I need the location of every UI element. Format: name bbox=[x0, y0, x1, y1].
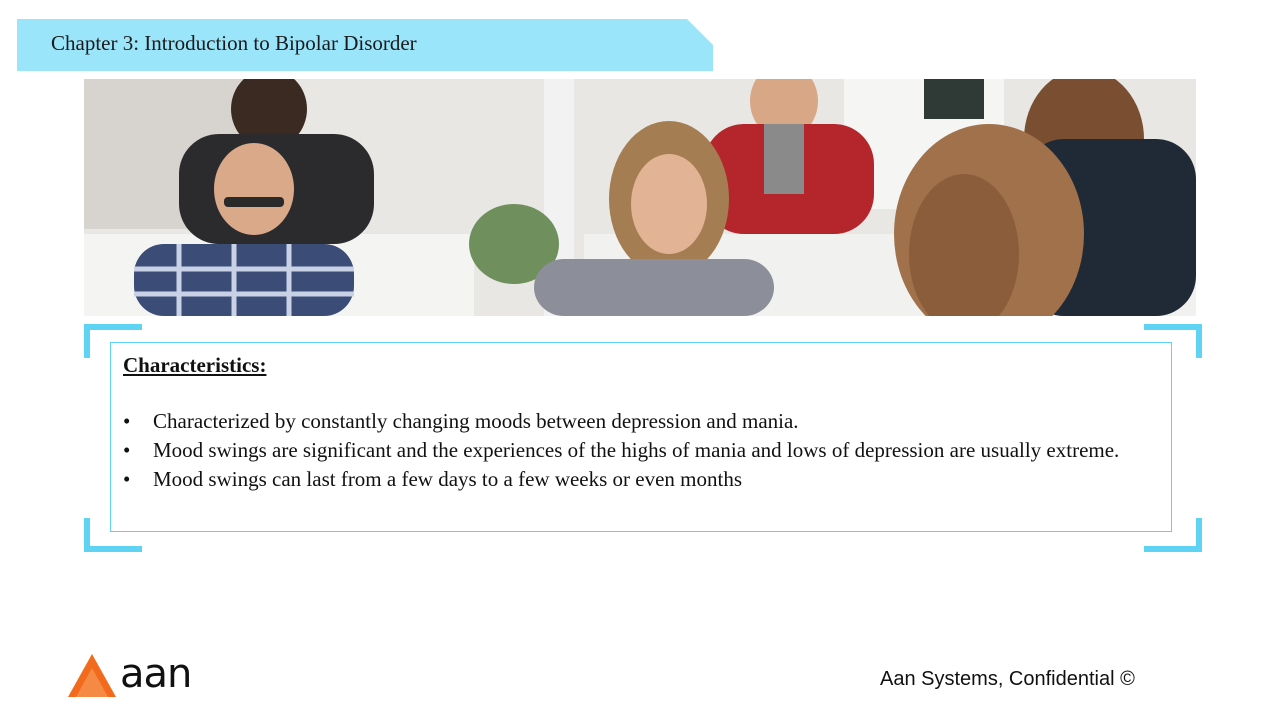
chapter-banner: Chapter 3: Introduction to Bipolar Disor… bbox=[17, 19, 713, 71]
meeting-photo bbox=[84, 79, 1196, 316]
bullet-text: Characterized by constantly changing moo… bbox=[153, 409, 799, 433]
characteristics-box: Characteristics: • Characterized by cons… bbox=[110, 342, 1172, 532]
characteristics-heading: Characteristics: bbox=[123, 353, 267, 377]
list-item: • Mood swings can last from a few days t… bbox=[123, 465, 1161, 494]
bullet-icon: • bbox=[123, 409, 131, 433]
logo-wordmark: aan bbox=[120, 651, 192, 697]
bullet-icon: • bbox=[123, 467, 131, 491]
bullet-icon: • bbox=[123, 438, 131, 462]
list-item: • Mood swings are significant and the ex… bbox=[123, 436, 1161, 465]
company-logo: aan bbox=[68, 651, 198, 700]
confidential-notice: Aan Systems, Confidential © bbox=[880, 668, 1135, 690]
characteristics-list: • Characterized by constantly changing m… bbox=[123, 407, 1161, 494]
group-meeting-photo-icon bbox=[84, 79, 1196, 316]
bullet-text: Mood swings can last from a few days to … bbox=[153, 467, 743, 491]
bullet-text: Mood swings are significant and the expe… bbox=[153, 438, 1120, 462]
list-item: • Characterized by constantly changing m… bbox=[123, 407, 1161, 436]
chapter-title: Chapter 3: Introduction to Bipolar Disor… bbox=[51, 31, 417, 55]
triangle-logo-icon bbox=[68, 654, 116, 697]
